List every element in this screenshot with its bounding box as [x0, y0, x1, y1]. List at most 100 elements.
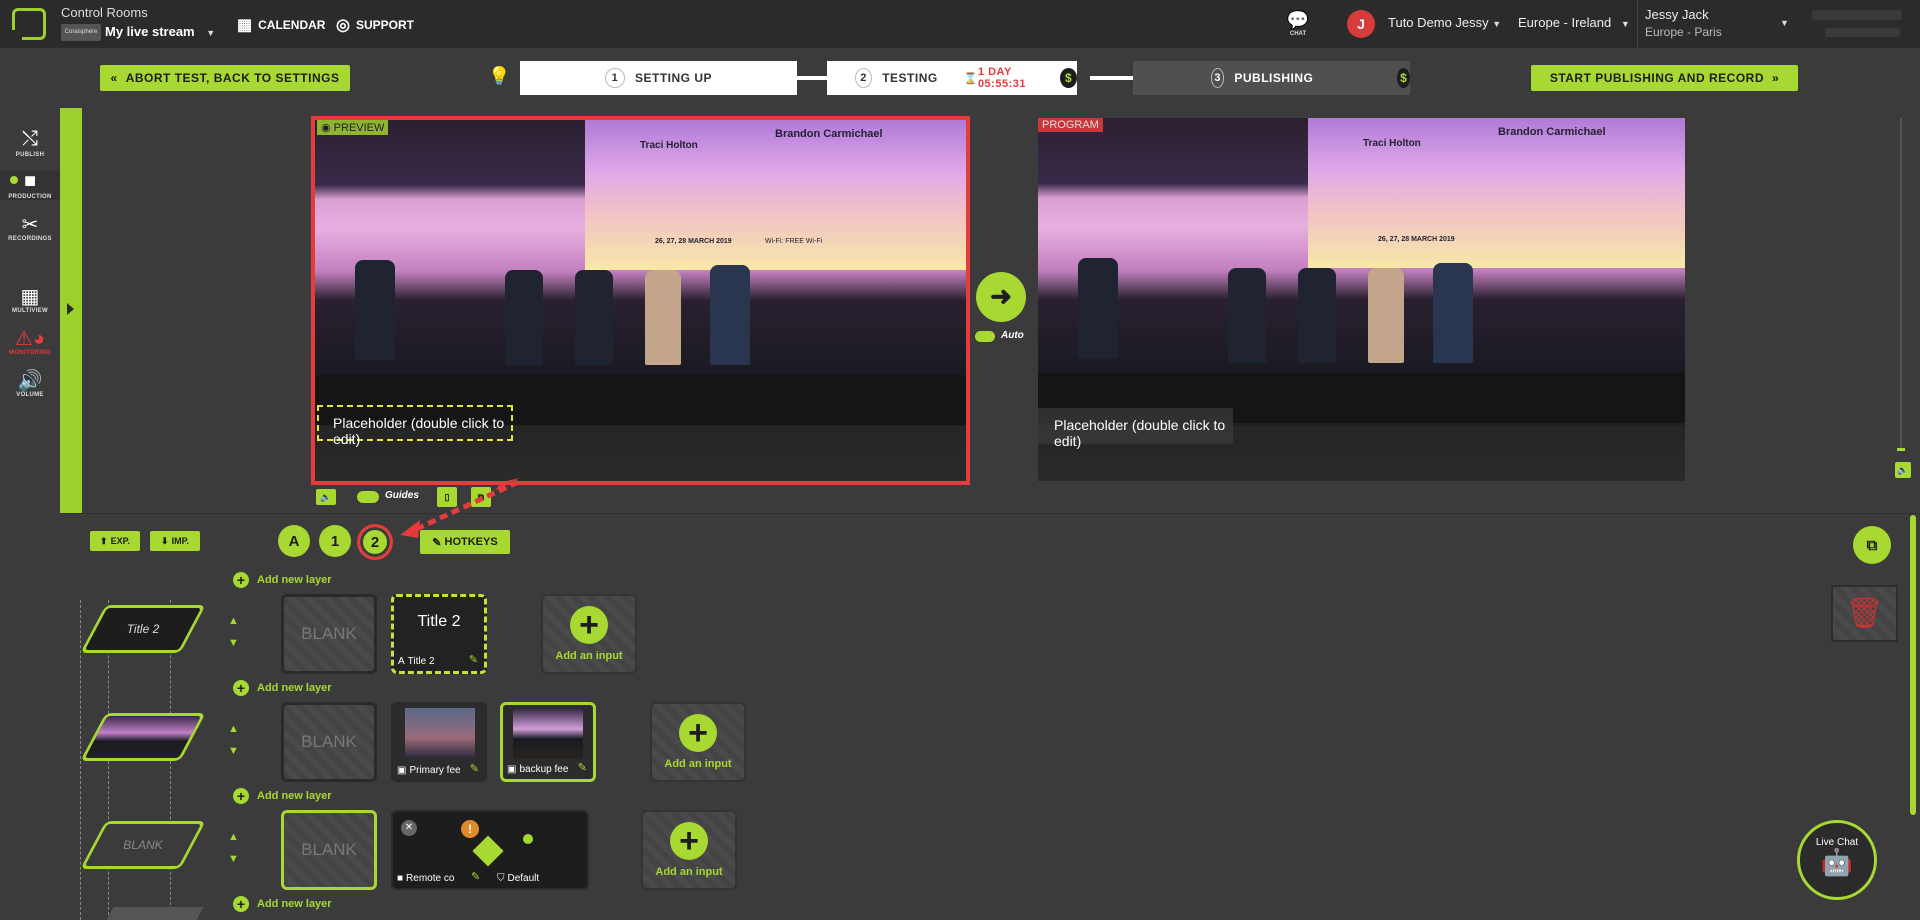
trash-icon[interactable]: 🗑	[1831, 585, 1898, 642]
add-input-tile[interactable]: + Add an input	[541, 594, 637, 674]
download-icon: ⬇	[161, 535, 169, 546]
close-icon[interactable]: ✕	[401, 820, 417, 836]
move-down-icon[interactable]: ▼	[228, 853, 239, 865]
screen-text: Brandon Carmichael	[1498, 126, 1606, 138]
hotkeys-button[interactable]: ✎ HOTKEYS	[420, 530, 510, 554]
dollar-icon: $	[1397, 68, 1410, 88]
add-layer-button[interactable]: + Add new layer	[233, 572, 332, 588]
tile-label-text: backup fee	[519, 764, 569, 775]
program-video[interactable]: Brandon Carmichael Traci Holton 26, 27, …	[1038, 118, 1685, 481]
volume-button[interactable]: 🔈	[1895, 462, 1911, 478]
screen-text: Traci Holton	[1363, 138, 1421, 149]
step-publishing[interactable]: 3 PUBLISHING $	[1133, 61, 1410, 95]
pencil-icon[interactable]: ✎	[470, 762, 479, 775]
chevron-down-icon: ▼	[1620, 19, 1630, 29]
remote-default-tile[interactable]: ✕ ! ■ Remote co ✎ ⛉ Default	[391, 810, 589, 890]
chevron-down-icon: ▼	[1492, 19, 1502, 29]
add-layer-button[interactable]: + Add new layer	[233, 680, 332, 696]
chevron-down-icon[interactable]: ▼	[1780, 18, 1789, 28]
move-up-icon[interactable]: ▲	[228, 831, 239, 843]
sidebar-item-production[interactable]: ■ PRODUCTION	[0, 170, 60, 200]
add-layer-button[interactable]: + Add new layer	[233, 788, 332, 804]
chat-label: CHAT	[1289, 31, 1307, 37]
feed-thumbnail	[513, 709, 583, 759]
start-publishing-button[interactable]: START PUBLISHING AND RECORD »	[1531, 65, 1798, 91]
volume-handle[interactable]	[1897, 448, 1905, 451]
windows-icon: ⧉	[1866, 536, 1878, 554]
add-input-tile[interactable]: + Add an input	[641, 810, 737, 890]
import-button[interactable]: ⬇ IMP.	[150, 531, 200, 551]
add-input-tile[interactable]: + Add an input	[650, 702, 746, 782]
pencil-icon[interactable]: ✎	[469, 653, 478, 666]
region-selector[interactable]: Europe - Ireland ▼	[1518, 15, 1630, 30]
blank-input-tile[interactable]: BLANK	[281, 594, 377, 674]
sidebar-item-multiview[interactable]: ▦ MULTIVIEW	[0, 284, 60, 314]
account-selector[interactable]: Tuto Demo Jessy ▼	[1388, 15, 1501, 30]
add-layer-label: Add new layer	[257, 574, 332, 586]
export-button[interactable]: ⬆ EXP.	[90, 531, 140, 551]
transition-button[interactable]: ➜	[976, 272, 1026, 322]
avatar[interactable]: J	[1347, 10, 1375, 38]
placeholder-text: Placeholder (double click to edit)	[333, 415, 505, 447]
backup-feed-tile[interactable]: ▣ backup fee ✎	[500, 702, 596, 782]
popout-button[interactable]: ⧉	[1853, 526, 1891, 564]
sidebar-item-volume[interactable]: 🔊 VOLUME	[0, 368, 60, 398]
nav-support[interactable]: ◎ SUPPORT	[336, 15, 414, 35]
blank-input-tile[interactable]: BLANK	[281, 810, 377, 890]
pencil-icon: ✎	[432, 536, 442, 549]
move-down-icon[interactable]: ▼	[228, 745, 239, 757]
collapse-strip[interactable]	[60, 108, 82, 513]
pencil-icon[interactable]: ✎	[578, 761, 587, 774]
volume-track[interactable]	[1900, 118, 1902, 448]
live-chat-button[interactable]: Live Chat 🤖	[1797, 820, 1877, 900]
blank-input-tile[interactable]: BLANK	[281, 702, 377, 782]
lightbulb-icon[interactable]: 💡	[488, 66, 510, 87]
move-up-icon[interactable]: ▲	[228, 723, 239, 735]
projection-screen: Brandon Carmichael Traci Holton 26, 27, …	[585, 120, 966, 270]
title-input-tile[interactable]: Title 2 A Title 2 ✎	[391, 594, 487, 674]
arrow-right-icon: ➜	[990, 281, 1012, 311]
placeholder-box-selected[interactable]: Placeholder (double click to edit)	[317, 405, 513, 447]
scrollbar[interactable]	[1910, 515, 1916, 815]
scene-a-button[interactable]: A	[278, 525, 310, 557]
abort-test-button[interactable]: « ABORT TEST, BACK TO SETTINGS	[100, 65, 350, 91]
user-name[interactable]: Jessy Jack	[1645, 7, 1709, 22]
step-testing[interactable]: 2 TESTING ⌛ 1 DAY 05:55:31 $	[827, 61, 1077, 95]
primary-feed-label: ▣ Primary fee	[397, 765, 461, 776]
program-tag: PROGRAM	[1038, 118, 1103, 132]
move-up-icon[interactable]: ▲	[228, 615, 239, 627]
add-layer-button[interactable]: + Add new layer	[233, 896, 332, 912]
layer-thumbnail[interactable]	[80, 713, 206, 761]
image-icon: ▣	[397, 765, 407, 776]
user-timezone: Europe - Paris	[1645, 25, 1722, 39]
sidebar-item-label: PUBLISH	[15, 152, 45, 158]
primary-feed-tile[interactable]: ▣ Primary fee ✎	[391, 702, 487, 782]
scene-2-button[interactable]: 2	[357, 524, 393, 560]
sidebar-item-recordings[interactable]: ✂ RECORDINGS	[0, 212, 60, 242]
layer-thumbnail[interactable]	[106, 907, 204, 920]
audio-toggle-button[interactable]: 🔈	[316, 489, 336, 505]
layer-thumbnail[interactable]: BLANK	[80, 821, 206, 869]
layer-thumbnail[interactable]: Title 2	[80, 605, 206, 653]
app-logo[interactable]	[12, 8, 46, 40]
layer-thumb-label: BLANK	[123, 838, 163, 852]
panelist	[710, 265, 750, 365]
chat-icon[interactable]: 💬	[1283, 10, 1313, 31]
speaker-icon: 🔈	[1897, 464, 1909, 475]
scene-1-button[interactable]: 1	[319, 525, 351, 557]
pencil-icon[interactable]: ✎	[471, 870, 480, 883]
control-rooms-label: Control Rooms	[61, 5, 148, 20]
auto-toggle[interactable]	[975, 331, 995, 342]
stream-selector[interactable]: My live stream ▼	[105, 24, 215, 39]
link-icon	[472, 835, 504, 867]
sidebar-item-label: RECORDINGS	[8, 236, 52, 242]
export-label: EXP.	[110, 536, 130, 546]
sidebar-item-publish[interactable]: ⤭ PUBLISH	[0, 128, 60, 158]
move-down-icon[interactable]: ▼	[228, 637, 239, 649]
sidebar-item-monitoring[interactable]: ⚠◕ MONITORING	[0, 326, 60, 356]
camera-icon: ■	[397, 873, 404, 884]
speaker-icon: 🔊	[17, 370, 43, 392]
step-setting-up[interactable]: 1 SETTING UP	[520, 61, 797, 95]
nav-calendar[interactable]: ▦ CALENDAR	[237, 15, 325, 35]
preview-frame[interactable]: Brandon Carmichael Traci Holton 26, 27, …	[311, 116, 970, 485]
